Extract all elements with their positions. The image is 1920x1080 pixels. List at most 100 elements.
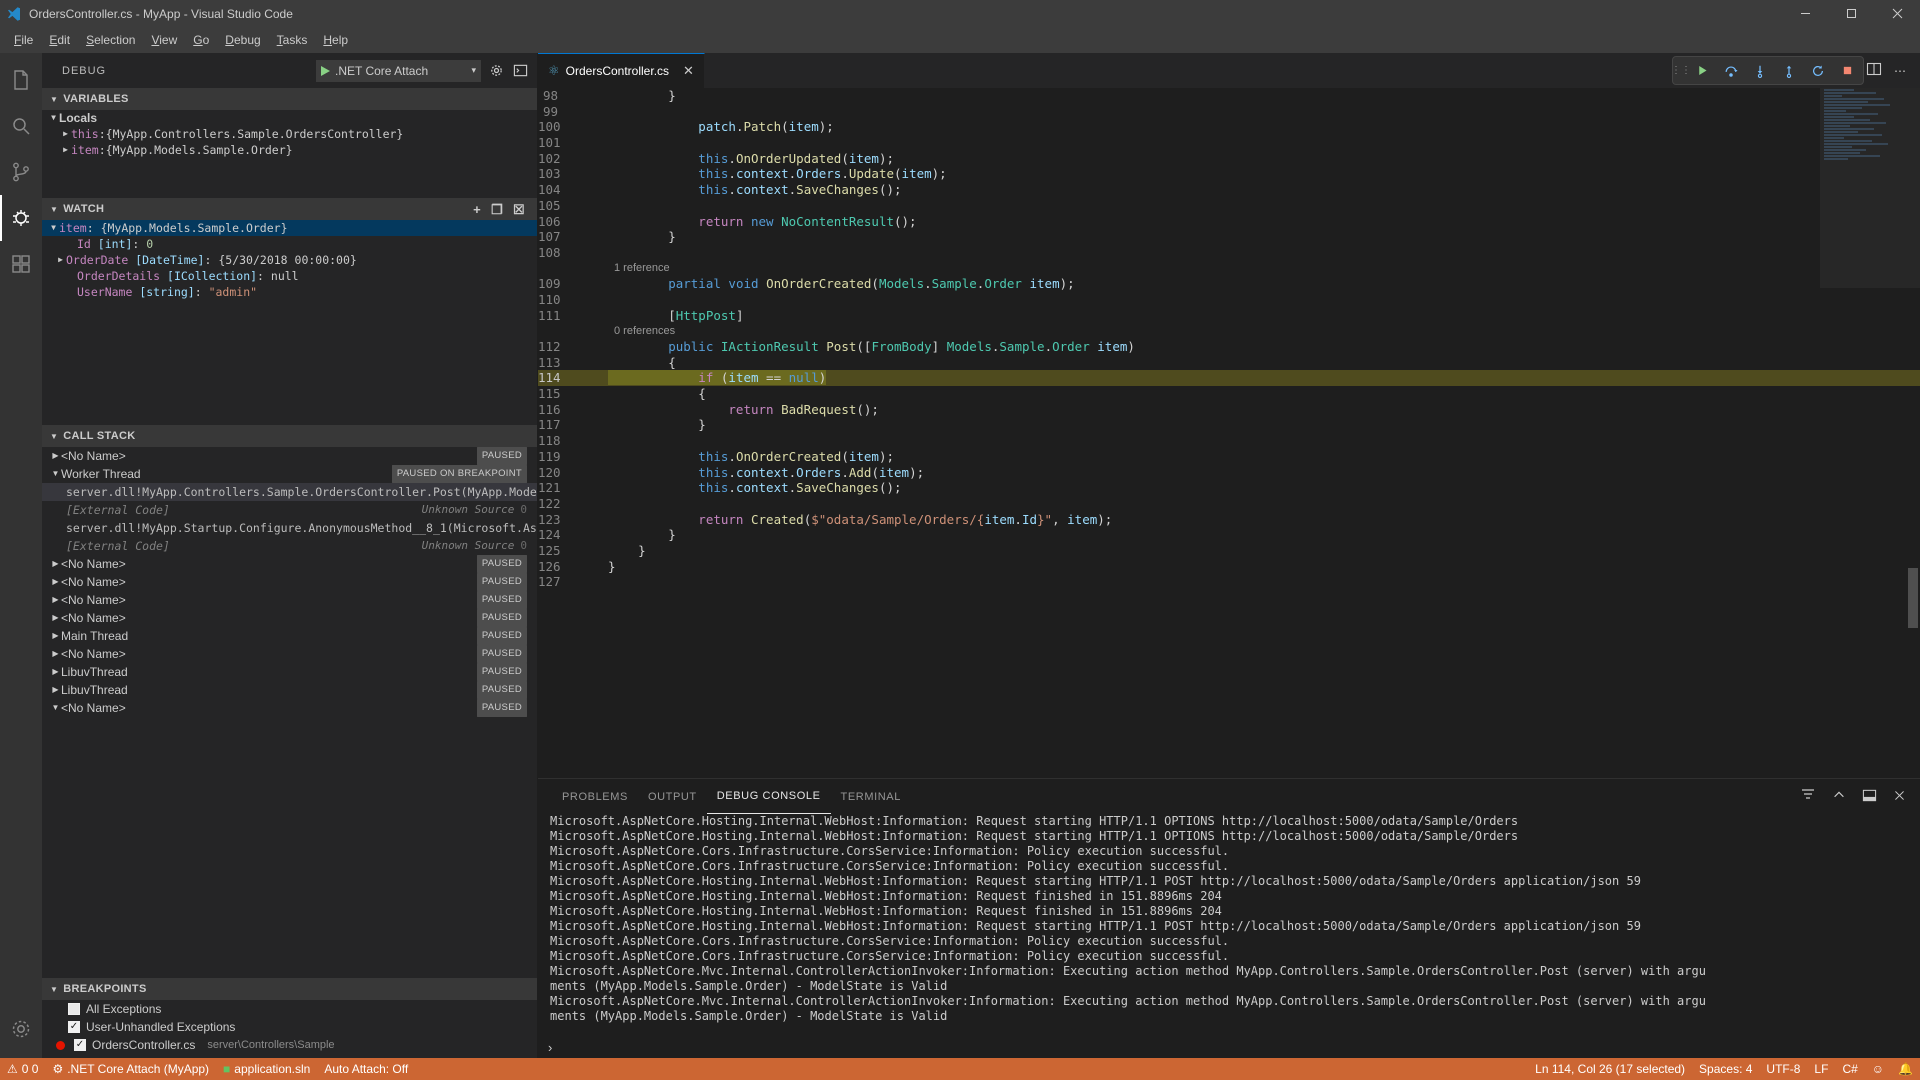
callstack-thread-row[interactable]: ▶ Main Thread PAUSED (42, 627, 537, 645)
code-line[interactable]: 107 } (538, 229, 1920, 245)
code-line[interactable]: 120 this.context.Orders.Add(item); (538, 465, 1920, 481)
status-indentation[interactable]: Spaces: 4 (1692, 1058, 1759, 1080)
watch-root-row[interactable]: ▼ item : {MyApp.Models.Sample.Order} (42, 220, 537, 236)
status-eol[interactable]: LF (1807, 1058, 1835, 1080)
activity-debug[interactable] (0, 195, 42, 241)
ellipsis-icon[interactable]: ⋯ (1894, 64, 1906, 78)
close-icon[interactable]: ✕ (683, 63, 694, 79)
callstack-frame-row[interactable]: server.dll!MyApp.Controllers.Sample.Orde… (42, 483, 537, 501)
activity-extensions[interactable] (0, 241, 42, 287)
split-editor-icon[interactable] (1866, 61, 1882, 80)
status-notifications[interactable]: 🔔 (1891, 1058, 1920, 1080)
breakpoint-row-user-unhandled[interactable]: ✓ User-Unhandled Exceptions (42, 1018, 537, 1036)
menu-view[interactable]: View (143, 30, 185, 50)
code-line[interactable]: 106 return new NoContentResult(); (538, 214, 1920, 230)
code-line[interactable]: 117 } (538, 417, 1920, 433)
breakpoint-row-orderscontroller[interactable]: ✓ OrdersController.cs server\Controllers… (42, 1036, 537, 1054)
callstack-thread-row[interactable]: ▶ LibuvThread PAUSED (42, 663, 537, 681)
callstack-thread-row[interactable]: ▶ <No Name> PAUSED (42, 573, 537, 591)
code-line[interactable]: 105 (538, 198, 1920, 214)
watch-header[interactable]: ▼ WATCH + ❐ ☒ (42, 198, 537, 220)
code-line[interactable]: 98 } (538, 88, 1920, 104)
code-line[interactable]: 114 if (item == null) (538, 370, 1920, 387)
scrollbar-thumb[interactable] (1908, 568, 1918, 628)
callstack-header[interactable]: ▼ CALL STACK (42, 425, 537, 447)
code-line[interactable]: 127 (538, 574, 1920, 590)
status-language-mode[interactable]: C# (1835, 1058, 1864, 1080)
menu-debug[interactable]: Debug (217, 30, 268, 50)
status-debug-session[interactable]: ⚙ .NET Core Attach (MyApp) (45, 1058, 216, 1080)
activity-source-control[interactable] (0, 149, 42, 195)
status-auto-attach[interactable]: Auto Attach: Off (317, 1058, 415, 1080)
callstack-thread-row[interactable]: ▶ <No Name> PAUSED (42, 447, 537, 465)
callstack-thread-row[interactable]: ▶ <No Name> PAUSED (42, 555, 537, 573)
code-line[interactable]: 116 return BadRequest(); (538, 402, 1920, 418)
callstack-thread-row[interactable]: ▶ <No Name> PAUSED (42, 591, 537, 609)
code-line[interactable]: 111 [HttpPost] (538, 308, 1920, 324)
callstack-thread-row[interactable]: ▼ <No Name> PAUSED (42, 699, 537, 717)
menu-go[interactable]: Go (185, 30, 217, 50)
code-line[interactable]: 102 this.OnOrderUpdated(item); (538, 151, 1920, 167)
step-over-button[interactable] (1717, 58, 1745, 83)
debug-config-gear-button[interactable] (487, 62, 505, 80)
status-cursor-position[interactable]: Ln 114, Col 26 (17 selected) (1528, 1058, 1692, 1080)
menu-selection[interactable]: Selection (78, 30, 143, 50)
editor-scrollbar[interactable] (1906, 88, 1920, 778)
continue-button[interactable] (1688, 58, 1716, 83)
activity-explorer[interactable] (0, 57, 42, 103)
maximize-button[interactable] (1828, 0, 1874, 27)
code-line[interactable]: 110 (538, 292, 1920, 308)
menu-file[interactable]: File (6, 30, 41, 50)
close-icon[interactable] (1893, 789, 1906, 805)
code-line[interactable]: 124 } (538, 527, 1920, 543)
add-expression-icon[interactable]: + (473, 203, 481, 216)
remove-all-icon[interactable]: ☒ (513, 203, 525, 216)
status-encoding[interactable]: UTF-8 (1759, 1058, 1807, 1080)
codelens-reference-count[interactable]: 1 reference (538, 261, 1920, 277)
code-line[interactable]: 100 patch.Patch(item); (538, 119, 1920, 135)
breakpoints-header[interactable]: ▼ BREAKPOINTS (42, 978, 537, 1000)
callstack-thread-row[interactable]: ▶ LibuvThread PAUSED (42, 681, 537, 699)
watch-child-row[interactable]: ▶ OrderDate [DateTime] : {5/30/2018 00:0… (42, 252, 537, 268)
step-into-button[interactable] (1746, 58, 1774, 83)
tab-debug-console[interactable]: DEBUG CONSOLE (706, 779, 831, 814)
codelens-reference-count[interactable]: 0 references (538, 323, 1920, 339)
stop-button[interactable] (1833, 58, 1861, 83)
tab-problems[interactable]: PROBLEMS (552, 779, 638, 814)
code-line[interactable]: 126} (538, 559, 1920, 575)
status-feedback[interactable]: ☺ (1865, 1058, 1891, 1080)
callstack-thread-row[interactable]: ▶ <No Name> PAUSED (42, 609, 537, 627)
debug-console-output[interactable]: Microsoft.AspNetCore.Hosting.Internal.We… (538, 814, 1920, 1036)
code-line[interactable]: 108 (538, 245, 1920, 261)
checkbox-checked-icon[interactable]: ✓ (74, 1039, 86, 1051)
variables-header[interactable]: ▼ VARIABLES (42, 88, 537, 110)
code-line[interactable]: 113 { (538, 355, 1920, 371)
code-line[interactable]: 104 this.context.SaveChanges(); (538, 182, 1920, 198)
code-line[interactable]: 101 (538, 135, 1920, 151)
breakpoint-row-all-exceptions[interactable]: All Exceptions (42, 1000, 537, 1018)
code-line[interactable]: 99 (538, 104, 1920, 120)
code-line[interactable]: 121 this.context.SaveChanges(); (538, 480, 1920, 496)
watch-child-row[interactable]: Id [int] : 0 (42, 236, 537, 252)
tab-output[interactable]: OUTPUT (638, 779, 707, 814)
menu-edit[interactable]: Edit (41, 30, 78, 50)
filter-icon[interactable] (1800, 787, 1816, 806)
watch-child-row[interactable]: UserName [string] : "admin" (42, 284, 537, 300)
minimize-button[interactable] (1782, 0, 1828, 27)
watch-child-row[interactable]: OrderDetails [ICollection] : null (42, 268, 537, 284)
debug-config-select[interactable]: .NET Core Attach ▾ (316, 59, 481, 82)
tab-terminal[interactable]: TERMINAL (831, 779, 911, 814)
code-line[interactable]: 118 (538, 433, 1920, 449)
activity-settings[interactable] (0, 1006, 42, 1052)
drag-grip-icon[interactable]: ⋮⋮ (1671, 58, 1691, 83)
code-line[interactable]: 122 (538, 496, 1920, 512)
code-line[interactable]: 109 partial void OnOrderCreated(Models.S… (538, 276, 1920, 292)
callstack-frame-row[interactable]: server.dll!MyApp.Startup.Configure.Anony… (42, 519, 537, 537)
variable-row-this[interactable]: ▶ this : {MyApp.Controllers.Sample.Order… (42, 126, 537, 142)
callstack-external-row[interactable]: [External Code] Unknown Source 0 (42, 537, 537, 555)
variable-row-item[interactable]: ▶ item : {MyApp.Models.Sample.Order} (42, 142, 537, 158)
code-line[interactable]: 112 public IActionResult Post([FromBody]… (538, 339, 1920, 355)
code-line[interactable]: 123 return Created($"odata/Sample/Orders… (538, 512, 1920, 528)
code-editor[interactable]: 98 } 99 100 patch.Patch(item); 101 102 this.… (538, 88, 1920, 778)
callstack-external-row[interactable]: [External Code] Unknown Source 0 (42, 501, 537, 519)
